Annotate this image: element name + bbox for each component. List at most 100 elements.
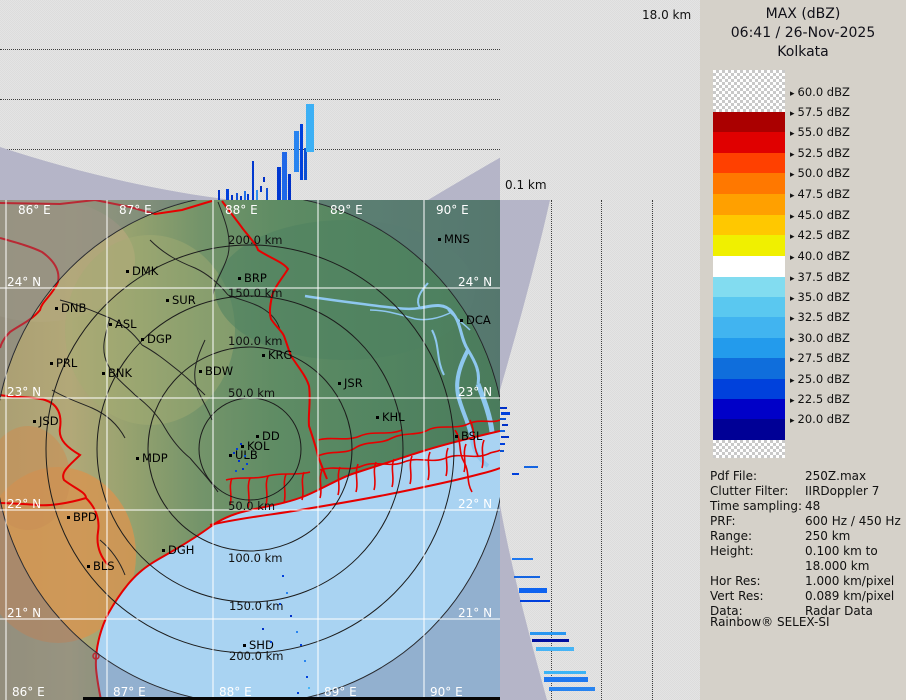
echo-column-bar [306,104,314,152]
city-marker-dot [33,420,36,423]
echo-column-bar [252,161,254,200]
range-ring-label: 50.0 km [228,386,275,400]
info-label: PRF: [710,514,736,528]
side-profile-panel[interactable] [500,200,700,700]
echo-column-bar [244,191,246,200]
echo-speck [240,443,242,445]
legend-threshold-label: ▸50.0 dBZ [790,166,850,180]
city-marker-dot [102,372,105,375]
echo-row-bar [512,558,533,560]
city-label-jsr: JSR [343,376,363,390]
city-marker-dot [166,299,169,302]
legend-threshold-label: ▸55.0 dBZ [790,125,850,139]
echo-row-bar [549,687,595,691]
city-marker-dot [141,338,144,341]
echo-column-bar [294,131,299,172]
legend-threshold-label: ▸20.0 dBZ [790,412,850,426]
echo-column-bar [218,190,220,200]
longitude-label-bottom: 86° E [12,685,45,699]
echo-row-bar [524,466,538,468]
city-marker-dot [438,238,441,241]
echo-column-bar [266,188,268,200]
legend-cell-color [713,235,785,256]
legend-threshold-label: ▸27.5 dBZ [790,351,850,365]
echo-row-bar [500,443,505,445]
city-label-bpd: BPD [73,510,97,524]
city-marker-dot [229,454,232,457]
legend-cell-no-data [713,440,785,458]
longitude-label-bottom: 90° E [430,685,463,699]
city-marker-dot [199,370,202,373]
city-marker-dot [50,362,53,365]
echo-speck [306,676,308,678]
city-label-bdw: BDW [205,364,233,378]
city-marker-dot [126,270,129,273]
city-label-dmk: DMK [132,264,159,278]
range-gridline [652,200,653,700]
echo-column-bar [277,167,281,200]
latitude-label-right: 24° N [458,275,492,289]
legend-threshold-label: ▸47.5 dBZ [790,187,850,201]
city-marker-dot [162,549,165,552]
info-label: Height: [710,544,754,558]
city-marker-dot [376,416,379,419]
echo-row-bar [514,576,540,578]
city-marker-dot [262,354,265,357]
info-label: Vert Res: [710,589,764,603]
city-marker-dot [67,516,70,519]
info-value: 48 [805,499,820,513]
echo-speck [270,641,272,643]
legend-threshold-label: ▸37.5 dBZ [790,270,850,284]
echo-row-bar [500,407,507,409]
echo-row-bar [530,632,566,635]
latitude-label-right: 23° N [458,385,492,399]
echo-speck [246,463,248,465]
city-label-dnb: DNB [61,301,86,315]
legend-cell-color [713,419,785,440]
echo-column-bar [282,152,287,200]
range-ring-label: 50.0 km [228,499,275,513]
legend-threshold-label: ▸30.0 dBZ [790,331,850,345]
legend-threshold-label: ▸25.0 dBZ [790,372,850,386]
latitude-label-left: 21° N [7,606,41,620]
city-label-khl: KHL [382,410,405,424]
legend-threshold-label: ▸42.5 dBZ [790,228,850,242]
height-gridline [0,99,512,100]
range-ring-label: 150.0 km [229,599,283,613]
city-label-bnk: BNK [108,366,132,380]
echo-speck [244,455,246,457]
legend-threshold-label: ▸40.0 dBZ [790,249,850,263]
echo-column-bar [226,189,229,200]
software-credit: Rainbow® SELEX-SI [710,615,830,629]
radar-map-canvas[interactable]: 86° E86° E87° E87° E88° E88° E89° E89° E… [0,200,500,700]
legend-threshold-label: ▸57.5 dBZ [790,105,850,119]
product-title: MAX (dBZ) [700,5,906,24]
legend-threshold-label: ▸32.5 dBZ [790,310,850,324]
latitude-label-left: 24° N [7,275,41,289]
info-label: Hor Res: [710,574,761,588]
top-profile-panel[interactable] [0,0,512,200]
legend-cell-color [713,338,785,358]
profile-corner-gap [500,0,706,200]
radar-map: 86° E86° E87° E87° E88° E88° E89° E89° E… [0,200,500,700]
longitude-label-top: 87° E [119,203,152,217]
min-height-axis-label: 0.1 km [505,178,547,192]
city-label-brp: BRP [244,271,267,285]
city-marker-dot [455,435,458,438]
legend-cell-color [713,215,785,235]
legend-cell-color [713,317,785,338]
echo-column-bar [288,174,291,200]
max-height-axis-label: 18.0 km [642,8,691,22]
longitude-label-bottom: 89° E [324,685,357,699]
echo-speck [308,687,310,689]
longitude-label-top: 90° E [436,203,469,217]
echo-row-bar [544,671,586,674]
echo-column-bar [263,177,265,182]
echo-column-bar [304,148,307,180]
legend-cell-color [713,358,785,379]
city-marker-dot [243,644,246,647]
range-ring-label: 200.0 km [228,233,282,247]
legend-threshold-label: ▸52.5 dBZ [790,146,850,160]
latitude-label-right: 21° N [458,606,492,620]
echo-row-bar [501,412,510,415]
